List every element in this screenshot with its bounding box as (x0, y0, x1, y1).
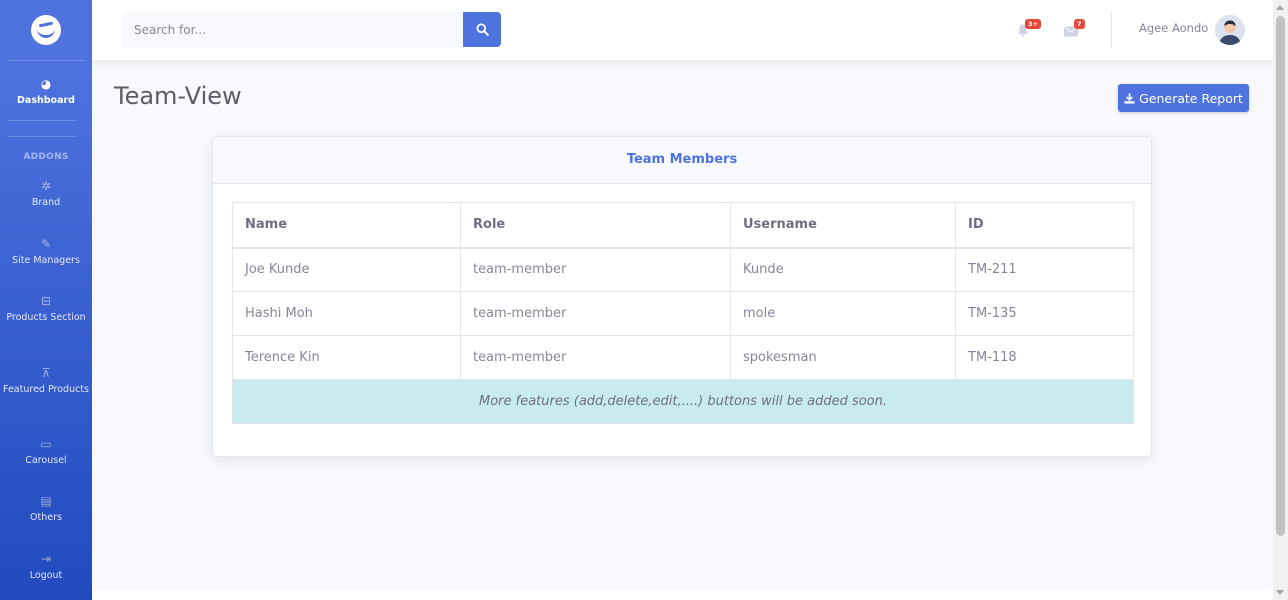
clipboard-icon: ▤ (40, 494, 52, 508)
sidebar-item-dashboard[interactable]: ◕ Dashboard (0, 76, 92, 107)
team-table: Name Role Username ID Joe Kunde team-mem… (232, 202, 1134, 424)
team-members-card: Team Members Name Role Username ID Joe K… (212, 136, 1152, 457)
messages-badge: 7 (1074, 19, 1085, 29)
download-icon (1124, 92, 1135, 104)
sidebar-item-others[interactable]: ▤ Others (0, 493, 92, 524)
topbar: 3+ 7 Agee Aondo (92, 0, 1273, 60)
column-header-role: Role (460, 202, 731, 249)
footer-strip (92, 590, 1273, 600)
table-row: Terence Kin team-member spokesman TM-118 (232, 335, 1134, 380)
alerts-toggle[interactable]: 3+ (1017, 19, 1041, 41)
sidebar-heading-addons: ADDONS (23, 152, 69, 162)
cell-username: spokesman (730, 335, 956, 380)
search-button[interactable] (463, 12, 501, 47)
sidebar-item-label: Brand (31, 197, 61, 208)
edit-icon: ✎ (40, 237, 52, 251)
smile-logo-icon (31, 15, 61, 45)
sidebar-item-site-managers[interactable]: ✎ Site Managers (0, 236, 92, 267)
table-row: Joe Kunde team-member Kunde TM-211 (232, 247, 1134, 292)
table-header-row: Name Role Username ID (232, 202, 1134, 249)
cell-id: TM-135 (955, 291, 1134, 336)
features-note: More features (add,delete,edit,....) but… (232, 379, 1134, 424)
sidebar-item-carousel[interactable]: ▭ Carousel (0, 436, 92, 467)
dashboard-icon: ◕ (40, 77, 52, 91)
cell-username: Kunde (730, 247, 956, 292)
gear-icon: ✲ (40, 179, 52, 193)
sidebar-divider (8, 60, 84, 61)
cell-role: team-member (460, 247, 731, 292)
thumbtack-icon: ⊼ (41, 366, 51, 380)
sidebar-item-label: Logout (29, 570, 63, 581)
topbar-divider (1111, 12, 1112, 48)
briefcase-icon: ⊟ (40, 294, 52, 308)
sidebar-item-label: Featured Products (3, 384, 89, 395)
page-title: Team-View (114, 82, 242, 110)
sidebar-item-label: Others (30, 512, 62, 523)
user-name[interactable]: Agee Aondo (1139, 21, 1208, 35)
column-header-name: Name (232, 202, 461, 249)
cell-id: TM-211 (955, 247, 1134, 292)
generate-report-label: Generate Report (1139, 90, 1243, 106)
sidebar-item-brand[interactable]: ✲ Brand (0, 178, 92, 209)
scroll-up-arrow-icon[interactable] (1276, 5, 1284, 10)
messages-toggle[interactable]: 7 (1064, 19, 1085, 41)
sidebar-item-products-section[interactable]: ⊟ Products Section (0, 293, 92, 324)
sidebar-divider (8, 136, 76, 137)
avatar[interactable] (1215, 15, 1245, 45)
page-scrollbar[interactable] (1273, 0, 1288, 600)
table-row: Hashi Moh team-member mole TM-135 (232, 291, 1134, 336)
sidebar: ◕ Dashboard ADDONS ✲ Brand ✎ Site Manage… (0, 0, 92, 600)
search-icon (475, 23, 489, 36)
cell-username: mole (730, 291, 956, 336)
sidebar-item-label: Carousel (25, 455, 67, 466)
cell-role: team-member (460, 291, 731, 336)
cell-name: Terence Kin (232, 335, 461, 380)
table-note-row: More features (add,delete,edit,....) but… (232, 379, 1134, 424)
sidebar-item-label: Products Section (6, 312, 86, 323)
sign-out-icon: ⇥ (40, 552, 52, 566)
sidebar-brand[interactable] (0, 0, 92, 60)
sidebar-item-logout[interactable]: ⇥ Logout (0, 551, 92, 582)
search-form (122, 12, 501, 47)
column-header-id: ID (955, 202, 1134, 249)
card-title: Team Members (213, 137, 1151, 184)
sidebar-item-featured-products[interactable]: ⊼ Featured Products (0, 365, 92, 396)
cell-id: TM-118 (955, 335, 1134, 380)
generate-report-button[interactable]: Generate Report (1118, 84, 1249, 112)
cell-role: team-member (460, 335, 731, 380)
desktop-icon: ▭ (40, 437, 52, 451)
user-avatar-icon (1215, 15, 1245, 45)
sidebar-item-label: Site Managers (12, 255, 80, 266)
sidebar-divider (8, 120, 76, 121)
search-input[interactable] (122, 12, 463, 47)
alerts-badge: 3+ (1025, 19, 1041, 29)
sidebar-item-label: Dashboard (17, 95, 75, 106)
cell-name: Hashi Moh (232, 291, 461, 336)
scroll-down-arrow-icon[interactable] (1276, 590, 1284, 595)
scrollbar-thumb[interactable] (1276, 16, 1285, 536)
column-header-username: Username (730, 202, 956, 249)
cell-name: Joe Kunde (232, 247, 461, 292)
